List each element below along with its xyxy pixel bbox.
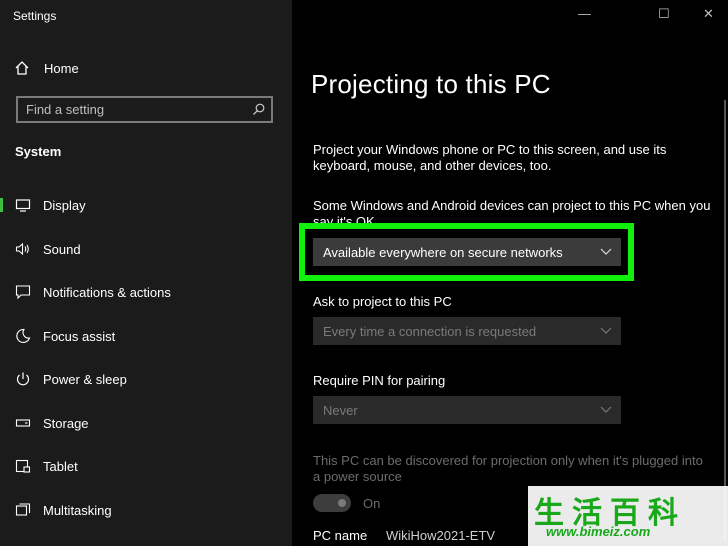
pin-label: Require PIN for pairing bbox=[313, 373, 446, 388]
sidebar-item-label: Display bbox=[43, 197, 86, 213]
intro-text: Project your Windows phone or PC to this… bbox=[313, 142, 667, 173]
sidebar-item-tablet[interactable]: Tablet bbox=[0, 451, 292, 481]
notification-icon bbox=[15, 285, 31, 300]
sidebar-item-focus-assist[interactable]: Focus assist bbox=[0, 321, 292, 351]
sidebar-item-label: Storage bbox=[43, 415, 89, 431]
maximize-button[interactable]: ☐ bbox=[658, 6, 670, 22]
storage-icon bbox=[15, 419, 31, 427]
availability-dropdown[interactable]: Available everywhere on secure networks bbox=[313, 238, 621, 266]
chevron-down-icon bbox=[600, 406, 612, 413]
power-toggle[interactable] bbox=[313, 494, 351, 512]
sidebar: Settings Home System Display Sound bbox=[0, 0, 292, 546]
main-pane: — ☐ ✕ Projecting to this PC Project your… bbox=[292, 0, 728, 546]
sidebar-item-multitasking[interactable]: Multitasking bbox=[0, 495, 292, 525]
scrollbar[interactable] bbox=[724, 100, 726, 540]
speaker-icon bbox=[15, 242, 29, 256]
multitasking-icon bbox=[15, 503, 31, 516]
power-source-text: This PC can be discovered for projection… bbox=[313, 453, 703, 484]
chevron-down-icon bbox=[600, 248, 612, 255]
toggle-label: On bbox=[363, 496, 381, 511]
sidebar-item-sound[interactable]: Sound bbox=[0, 234, 292, 264]
sidebar-item-label: Sound bbox=[43, 241, 81, 257]
moon-icon bbox=[16, 328, 31, 344]
watermark: 生活百科 www.bimeiz.com bbox=[528, 486, 728, 546]
page-title: Projecting to this PC bbox=[311, 69, 551, 100]
minimize-button[interactable]: — bbox=[578, 6, 591, 21]
display-icon bbox=[15, 199, 31, 212]
close-button[interactable]: ✕ bbox=[703, 6, 714, 22]
tablet-icon bbox=[15, 459, 31, 473]
active-indicator bbox=[0, 198, 3, 212]
search-input[interactable] bbox=[18, 101, 253, 118]
availability-value: Available everywhere on secure networks bbox=[323, 244, 563, 260]
chevron-down-icon bbox=[600, 327, 612, 334]
section-title-system: System bbox=[15, 144, 62, 159]
watermark-url: www.bimeiz.com bbox=[546, 524, 651, 539]
pin-dropdown[interactable]: Never bbox=[313, 396, 621, 424]
ask-value: Every time a connection is requested bbox=[323, 323, 537, 339]
sidebar-item-label: Power & sleep bbox=[43, 371, 127, 387]
ask-dropdown[interactable]: Every time a connection is requested bbox=[313, 317, 621, 345]
power-icon bbox=[16, 372, 30, 386]
sidebar-item-notifications[interactable]: Notifications & actions bbox=[0, 277, 292, 307]
sidebar-item-label: Notifications & actions bbox=[43, 284, 171, 300]
search-icon[interactable] bbox=[252, 103, 265, 116]
app-title: Settings bbox=[13, 9, 57, 23]
sidebar-item-label: Tablet bbox=[43, 458, 78, 474]
ask-label: Ask to project to this PC bbox=[313, 294, 452, 309]
home-icon bbox=[15, 61, 29, 75]
sidebar-item-power-sleep[interactable]: Power & sleep bbox=[0, 364, 292, 394]
pc-name-value: WikiHow2021-ETV bbox=[386, 528, 496, 543]
home-label: Home bbox=[44, 60, 79, 76]
sidebar-item-label: Multitasking bbox=[43, 502, 112, 518]
toggle-knob bbox=[338, 499, 346, 507]
sidebar-item-display[interactable]: Display bbox=[0, 190, 292, 220]
home-nav-item[interactable]: Home bbox=[14, 57, 79, 79]
search-box[interactable] bbox=[16, 96, 273, 123]
pin-value: Never bbox=[323, 402, 358, 418]
sidebar-item-label: Focus assist bbox=[43, 328, 116, 344]
sidebar-item-storage[interactable]: Storage bbox=[0, 408, 292, 438]
pc-name-label: PC name bbox=[313, 528, 368, 543]
